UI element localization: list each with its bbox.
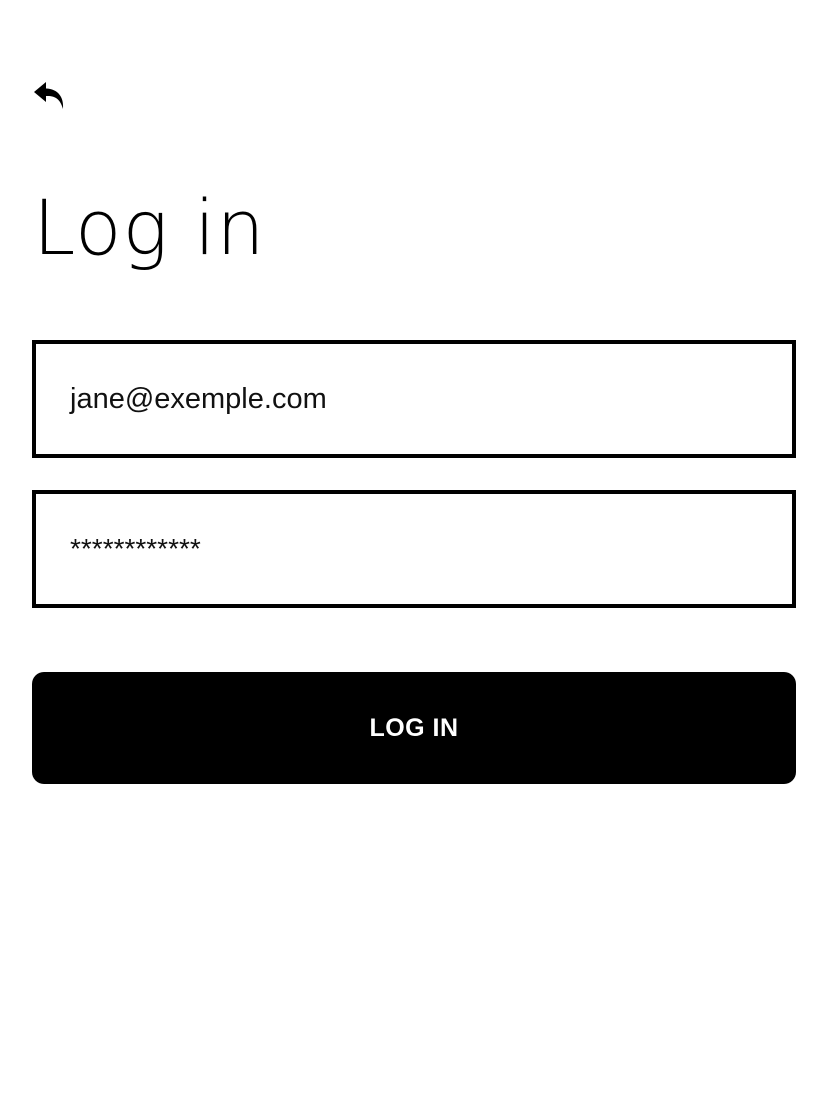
login-button-label: LOG IN: [369, 713, 459, 742]
password-field[interactable]: ************: [32, 490, 796, 608]
email-value: jane@exemple.com: [70, 382, 327, 415]
page-title: Log in: [33, 183, 266, 272]
email-field[interactable]: jane@exemple.com: [32, 340, 796, 458]
login-button[interactable]: LOG IN: [32, 672, 796, 784]
back-arrow-icon: [32, 79, 68, 113]
password-value: ************: [70, 533, 201, 564]
back-button[interactable]: [28, 76, 72, 116]
